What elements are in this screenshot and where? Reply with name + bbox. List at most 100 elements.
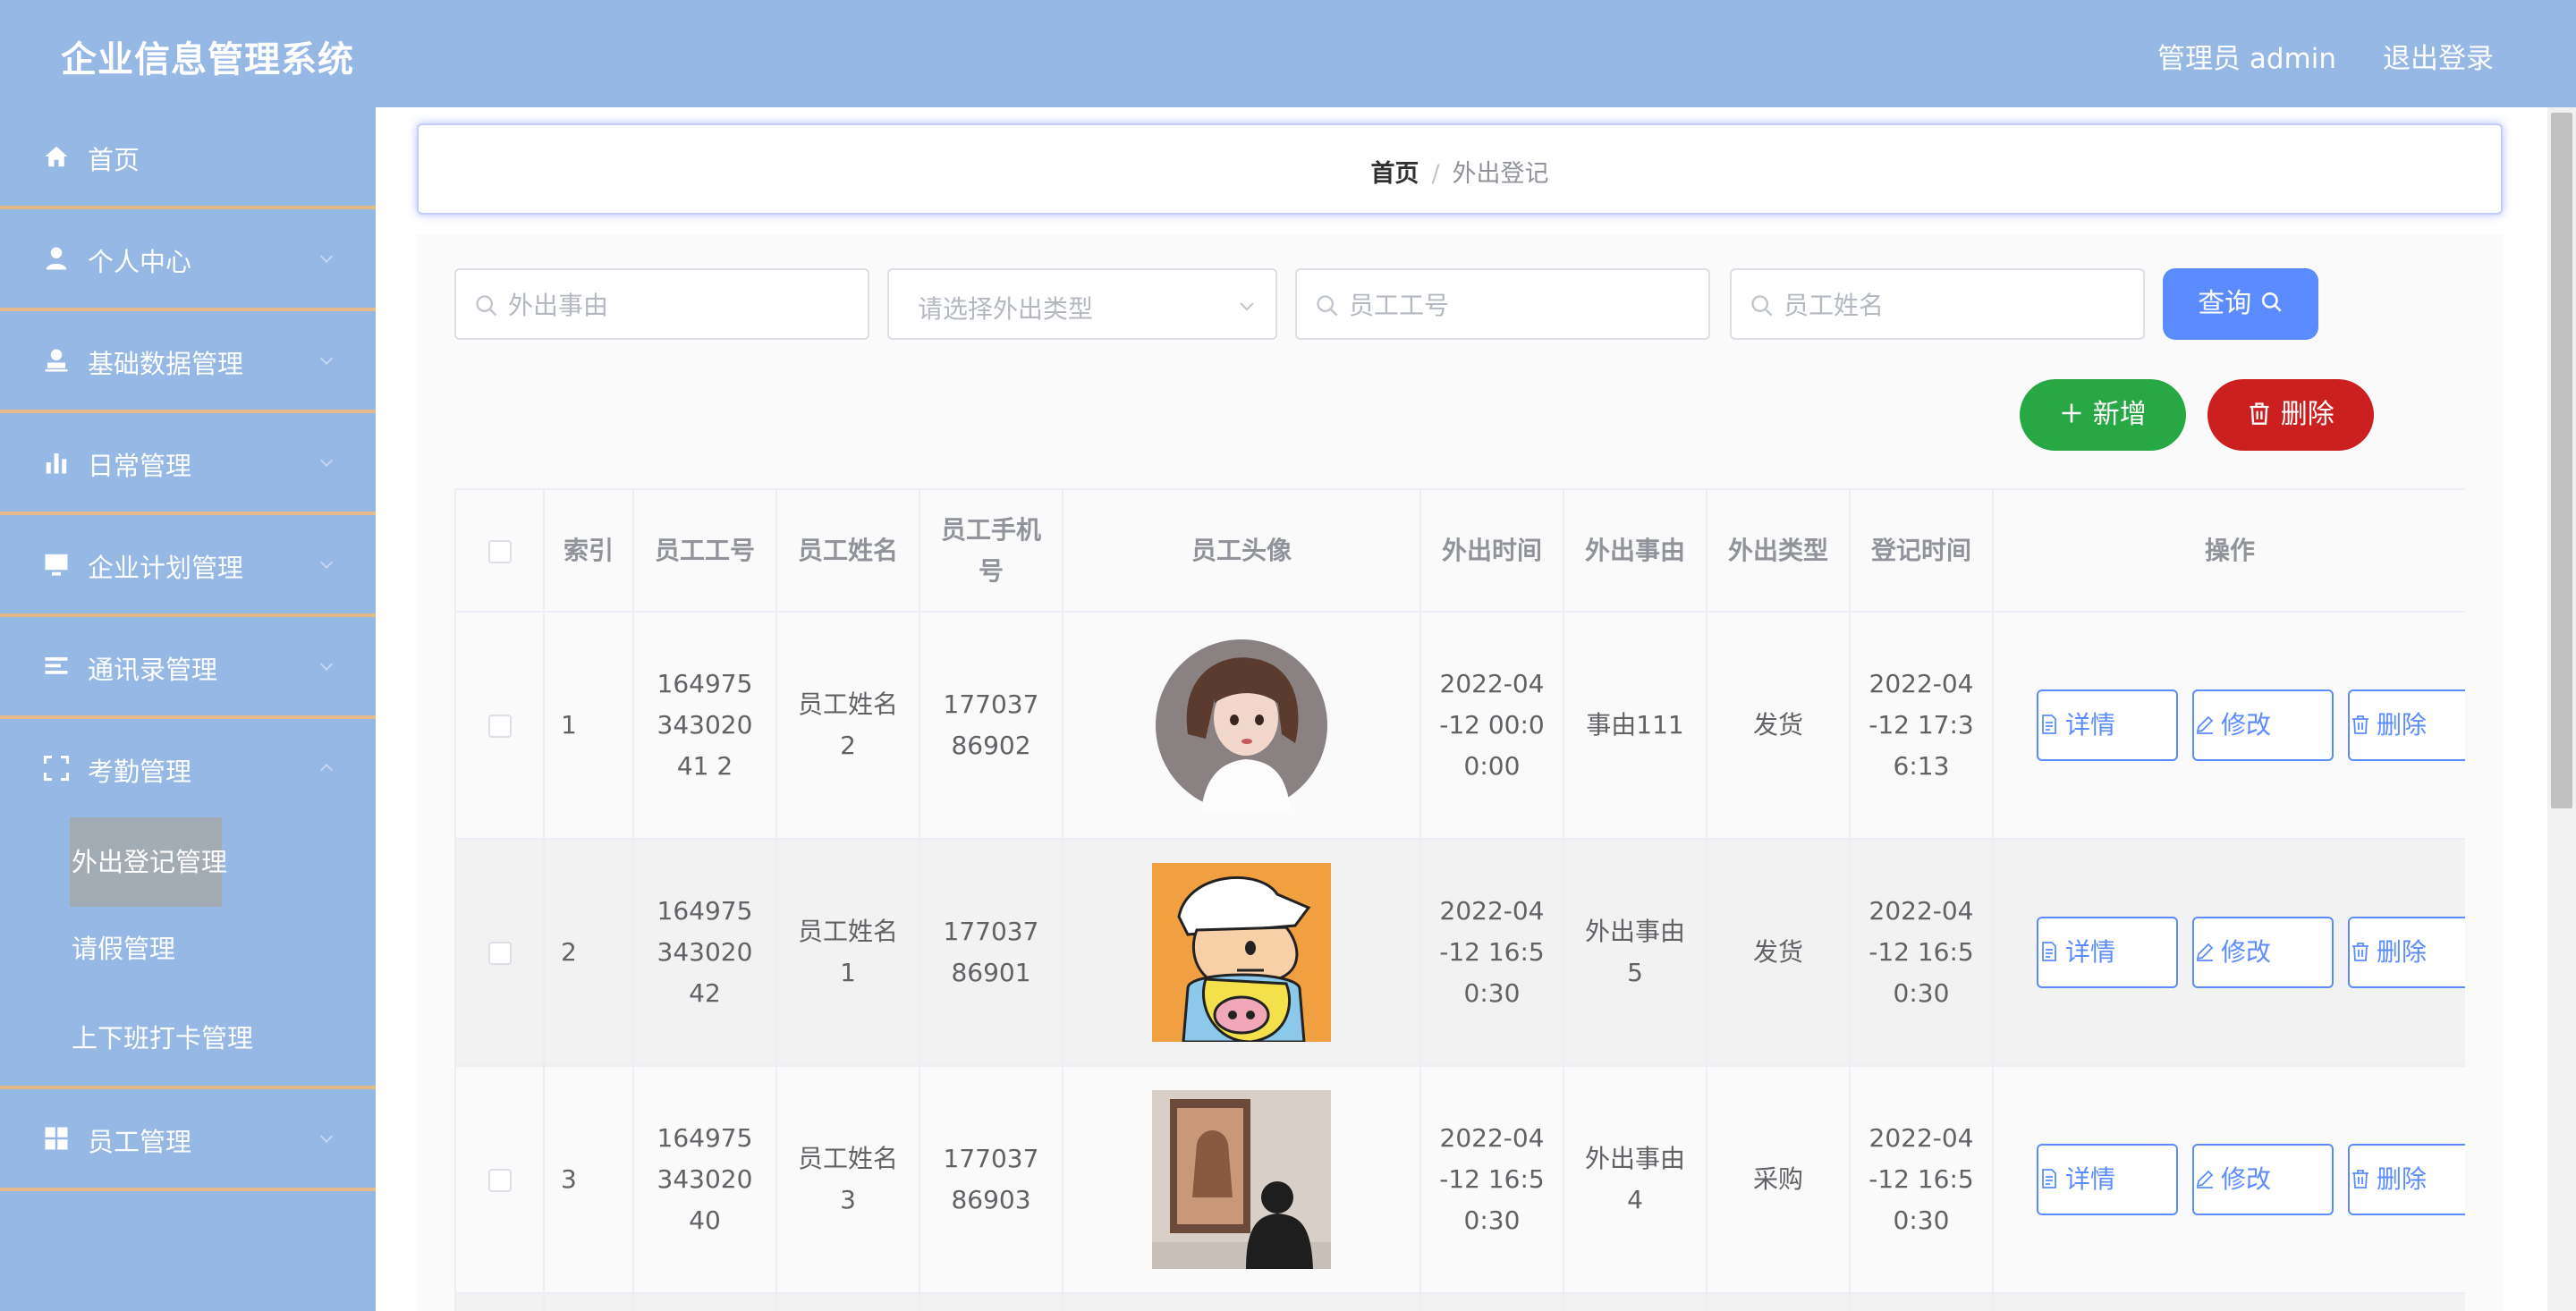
cell-emp-name: 员工姓名1 <box>776 839 920 1067</box>
cell-reg-time: 2022-04-12 16:50:30 <box>1850 1066 1994 1294</box>
sidebar-item-profile[interactable]: 个人中心 <box>0 209 376 311</box>
row-checkbox[interactable] <box>487 942 512 965</box>
sidebar-subitem-clock[interactable]: 上下班打卡管理 <box>72 1000 253 1073</box>
edit-button-label: 修改 <box>2221 1164 2272 1194</box>
cell-emp-no-text: 16497534302041 2 <box>657 669 753 781</box>
table-cell <box>1993 1293 2465 1311</box>
select-all-checkbox[interactable] <box>487 539 512 563</box>
cell-emp-no: 16497534302041 2 <box>633 612 777 840</box>
sidebar-item-label: 首页 <box>88 145 140 175</box>
sidebar-item-daily[interactable]: 日常管理 <box>0 413 376 515</box>
table-row[interactable]: 3 16497534302040 员工姓名3 17703786903 2022-… <box>456 1066 2465 1294</box>
sidebar: 首页 个人中心 基础数据管理 日常管理 企业计划管理 通讯录管理 考勤管理 外出… <box>0 107 376 1311</box>
detail-button[interactable]: 详情 <box>2037 917 2178 988</box>
row-delete-button[interactable]: 删除 <box>2348 917 2465 988</box>
cell-emp-no-text: 16497534302042 <box>657 896 753 1008</box>
edit-icon <box>2196 943 2214 961</box>
breadcrumb-home[interactable]: 首页 <box>1370 160 1419 188</box>
cell-reg-time: 2022-04-12 17:36:13 <box>1850 612 1994 840</box>
add-button[interactable]: 新增 <box>2020 379 2186 451</box>
cell-emp-name-text: 员工姓名1 <box>797 917 898 987</box>
table-row[interactable]: 2 16497534302042 员工姓名1 17703786901 2022-… <box>456 839 2465 1067</box>
reason-search-field[interactable] <box>454 268 869 340</box>
edit-button-label: 修改 <box>2221 937 2272 967</box>
row-checkbox[interactable] <box>487 715 512 738</box>
row-delete-button-label: 删除 <box>2377 1164 2428 1194</box>
edit-button-label: 修改 <box>2221 710 2272 740</box>
search-icon <box>476 295 497 317</box>
column-header: 外出时间 <box>1420 490 1564 613</box>
row-delete-button[interactable]: 删除 <box>2348 689 2465 761</box>
type-select[interactable]: 请选择外出类型 <box>887 268 1277 340</box>
cell-reason-text: 外出事由5 <box>1584 917 1685 987</box>
sidebar-item-label: 通讯录管理 <box>88 655 218 685</box>
edit-button[interactable]: 修改 <box>2192 1144 2334 1215</box>
cell-operations: 详情 修改 删除 <box>1993 612 2465 840</box>
page-scrollbar[interactable] <box>2547 107 2576 1311</box>
cell-emp-no: 16497534302040 <box>633 1066 777 1294</box>
data-table: 索引 员工工号 员工姓名 员工手机号 员工头像 外出时间 外出事由 外出类型 登… <box>454 488 2465 1311</box>
column-header: 员工头像 <box>1063 490 1421 613</box>
query-button[interactable]: 查询 <box>2163 268 2318 340</box>
table-row[interactable] <box>456 1293 2465 1311</box>
sidebar-item-contacts[interactable]: 通讯录管理 <box>0 617 376 719</box>
emp-no-search-input[interactable] <box>1349 284 1678 326</box>
cell-emp-name-text: 员工姓名3 <box>797 1144 898 1214</box>
document-icon <box>2042 942 2056 961</box>
sidebar-item-attendance[interactable]: 考勤管理 <box>0 719 376 817</box>
trash-icon <box>2352 943 2368 961</box>
detail-button[interactable]: 详情 <box>2037 689 2178 761</box>
logout-link[interactable]: 退出登录 <box>2383 36 2494 76</box>
table-cell <box>919 1293 1063 1311</box>
cell-emp-no: 16497534302042 <box>633 839 777 1067</box>
cell-type: 发货 <box>1707 612 1851 840</box>
avatar-photo-image[interactable] <box>1152 1090 1331 1269</box>
monitor-icon <box>45 554 68 576</box>
avatar-cartoon-image[interactable] <box>1152 863 1331 1042</box>
breadcrumb-current: 外出登记 <box>1452 160 1549 188</box>
cell-reg-time-text: 2022-04-12 17:36:13 <box>1868 669 1974 781</box>
row-checkbox[interactable] <box>487 1169 512 1192</box>
search-icon <box>1317 295 1338 317</box>
cell-emp-name-text: 员工姓名2 <box>797 689 898 760</box>
row-select-cell <box>456 839 545 1067</box>
table-cell <box>633 1293 777 1311</box>
bar-chart-icon <box>46 453 67 474</box>
detail-button[interactable]: 详情 <box>2037 1144 2178 1215</box>
trash-icon <box>2250 402 2269 425</box>
table-cell <box>1707 1293 1851 1311</box>
column-header: 索引 <box>544 490 634 613</box>
reason-search-input[interactable] <box>508 284 837 326</box>
admin-label: 管理员 admin <box>2157 43 2336 75</box>
table-row[interactable]: 1 16497534302041 2 员工姓名2 17703786902 202… <box>456 612 2465 840</box>
sidebar-subitem-outing[interactable]: 外出登记管理 <box>70 817 227 907</box>
plus-icon <box>2062 403 2081 422</box>
emp-name-search-field[interactable] <box>1730 268 2145 340</box>
search-icon <box>1751 295 1773 317</box>
sidebar-subitem-leave[interactable]: 请假管理 <box>72 910 175 984</box>
edit-button[interactable]: 修改 <box>2192 917 2334 988</box>
sidebar-item-employees[interactable]: 员工管理 <box>0 1089 376 1191</box>
sidebar-item-home[interactable]: 首页 <box>0 107 376 209</box>
column-header: 员工工号 <box>633 490 777 613</box>
chevron-up-icon <box>319 764 334 772</box>
search-icon <box>2261 292 2282 312</box>
sidebar-item-basic-data[interactable]: 基础数据管理 <box>0 311 376 413</box>
cell-out-time-text: 2022-04-12 16:50:30 <box>1439 896 1545 1008</box>
batch-delete-button[interactable]: 删除 <box>2207 379 2374 451</box>
sidebar-item-label: 日常管理 <box>88 451 192 481</box>
sidebar-item-plan[interactable]: 企业计划管理 <box>0 515 376 617</box>
edit-icon <box>2196 1170 2214 1188</box>
chevron-down-icon <box>319 459 334 467</box>
sidebar-item-label: 员工管理 <box>88 1127 192 1157</box>
avatar-girl-image[interactable] <box>1152 636 1331 815</box>
edit-button[interactable]: 修改 <box>2192 689 2334 761</box>
row-delete-button[interactable]: 删除 <box>2348 1144 2465 1215</box>
emp-name-search-input[interactable] <box>1784 284 2113 326</box>
emp-no-search-field[interactable] <box>1295 268 1710 340</box>
scrollbar-thumb[interactable] <box>2551 113 2572 808</box>
document-icon <box>2042 715 2056 734</box>
row-delete-button-label: 删除 <box>2377 937 2428 967</box>
cell-phone-text: 17703786901 <box>943 917 1039 987</box>
cell-reason: 外出事由5 <box>1563 839 1707 1067</box>
